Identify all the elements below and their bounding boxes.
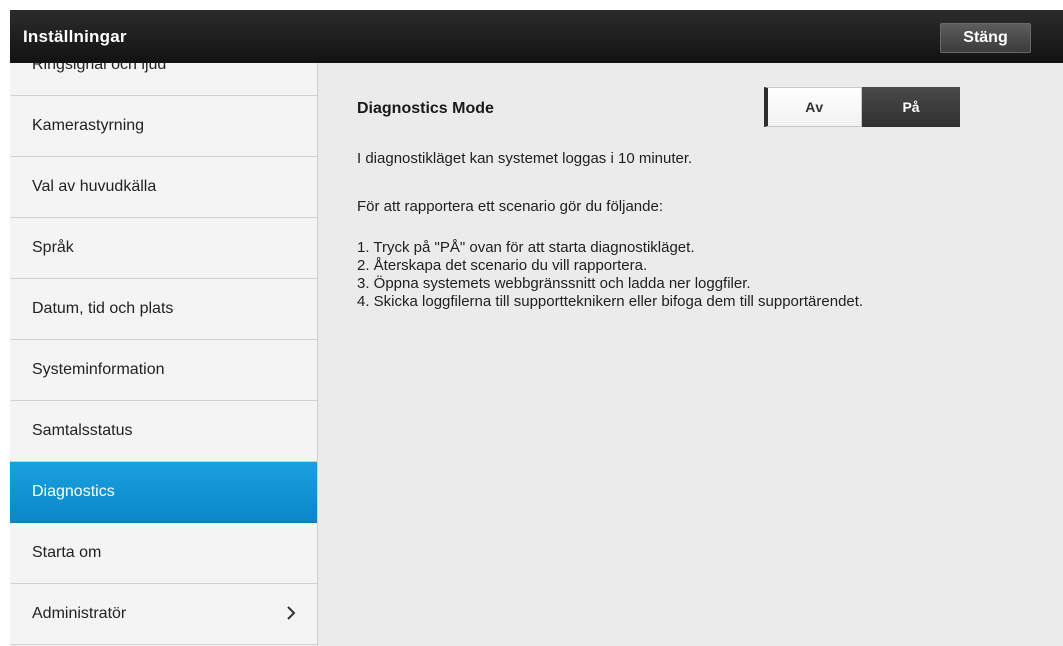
sidebar-item-label: Språk <box>32 239 74 256</box>
intro-text: I diagnostikläget kan systemet loggas i … <box>357 150 693 167</box>
step-item: 2. Återskapa det scenario du vill rappor… <box>357 257 648 274</box>
report-heading: För att rapportera ett scenario gör du f… <box>357 198 664 215</box>
diagnostics-toggle[interactable]: Av På <box>764 87 960 127</box>
sidebar-item-label: Val av huvudkälla <box>32 178 157 195</box>
toggle-on-option[interactable]: På <box>862 87 960 127</box>
sidebar-item-kamerastyrning[interactable]: Kamerastyrning <box>10 96 317 157</box>
sidebar-list: Ringsignal och ljud Kamerastyrning Val a… <box>10 63 317 645</box>
sidebar-item-ringsignal[interactable]: Ringsignal och ljud <box>10 63 317 96</box>
step-item: 3. Öppna systemets webbgränssnitt och la… <box>357 275 751 292</box>
sidebar-item-label: Systeminformation <box>32 361 165 378</box>
diagnostics-mode-title: Diagnostics Mode <box>357 100 494 117</box>
step-item: 1. Tryck på "PÅ" ovan för att starta dia… <box>357 239 695 256</box>
close-button[interactable]: Stäng <box>940 23 1031 53</box>
sidebar-item-administrator[interactable]: Administratör <box>10 584 317 645</box>
settings-window: Inställningar Stäng Ringsignal och ljud … <box>10 10 1063 646</box>
sidebar-item-samtalsstatus[interactable]: Samtalsstatus <box>10 401 317 462</box>
step-item: 4. Skicka loggfilerna till supportteknik… <box>357 293 864 310</box>
main-panel: Diagnostics Mode Av På I diagnostikläget… <box>318 63 1063 646</box>
sidebar-item-systeminformation[interactable]: Systeminformation <box>10 340 317 401</box>
sidebar-item-datum[interactable]: Datum, tid och plats <box>10 279 317 340</box>
sidebar-item-label: Diagnostics <box>32 483 115 500</box>
sidebar-item-label: Kamerastyrning <box>32 117 145 134</box>
sidebar: Ringsignal och ljud Kamerastyrning Val a… <box>10 63 318 646</box>
sidebar-item-label: Starta om <box>32 544 102 561</box>
title-bar: Inställningar Stäng <box>10 10 1063 64</box>
window-title: Inställningar <box>23 27 127 46</box>
sidebar-item-label: Administratör <box>32 605 127 622</box>
sidebar-item-label: Samtalsstatus <box>32 422 133 439</box>
sidebar-item-label: Ringsignal och ljud <box>32 63 167 73</box>
toggle-off-option[interactable]: Av <box>764 87 862 127</box>
chevron-right-icon <box>287 606 296 620</box>
sidebar-item-sprak[interactable]: Språk <box>10 218 317 279</box>
sidebar-item-starta-om[interactable]: Starta om <box>10 523 317 584</box>
steps-list: 1. Tryck på "PÅ" ovan för att starta dia… <box>357 239 897 311</box>
sidebar-item-label: Datum, tid och plats <box>32 300 174 317</box>
sidebar-item-diagnostics[interactable]: Diagnostics <box>10 462 317 523</box>
sidebar-item-huvudkalla[interactable]: Val av huvudkälla <box>10 157 317 218</box>
